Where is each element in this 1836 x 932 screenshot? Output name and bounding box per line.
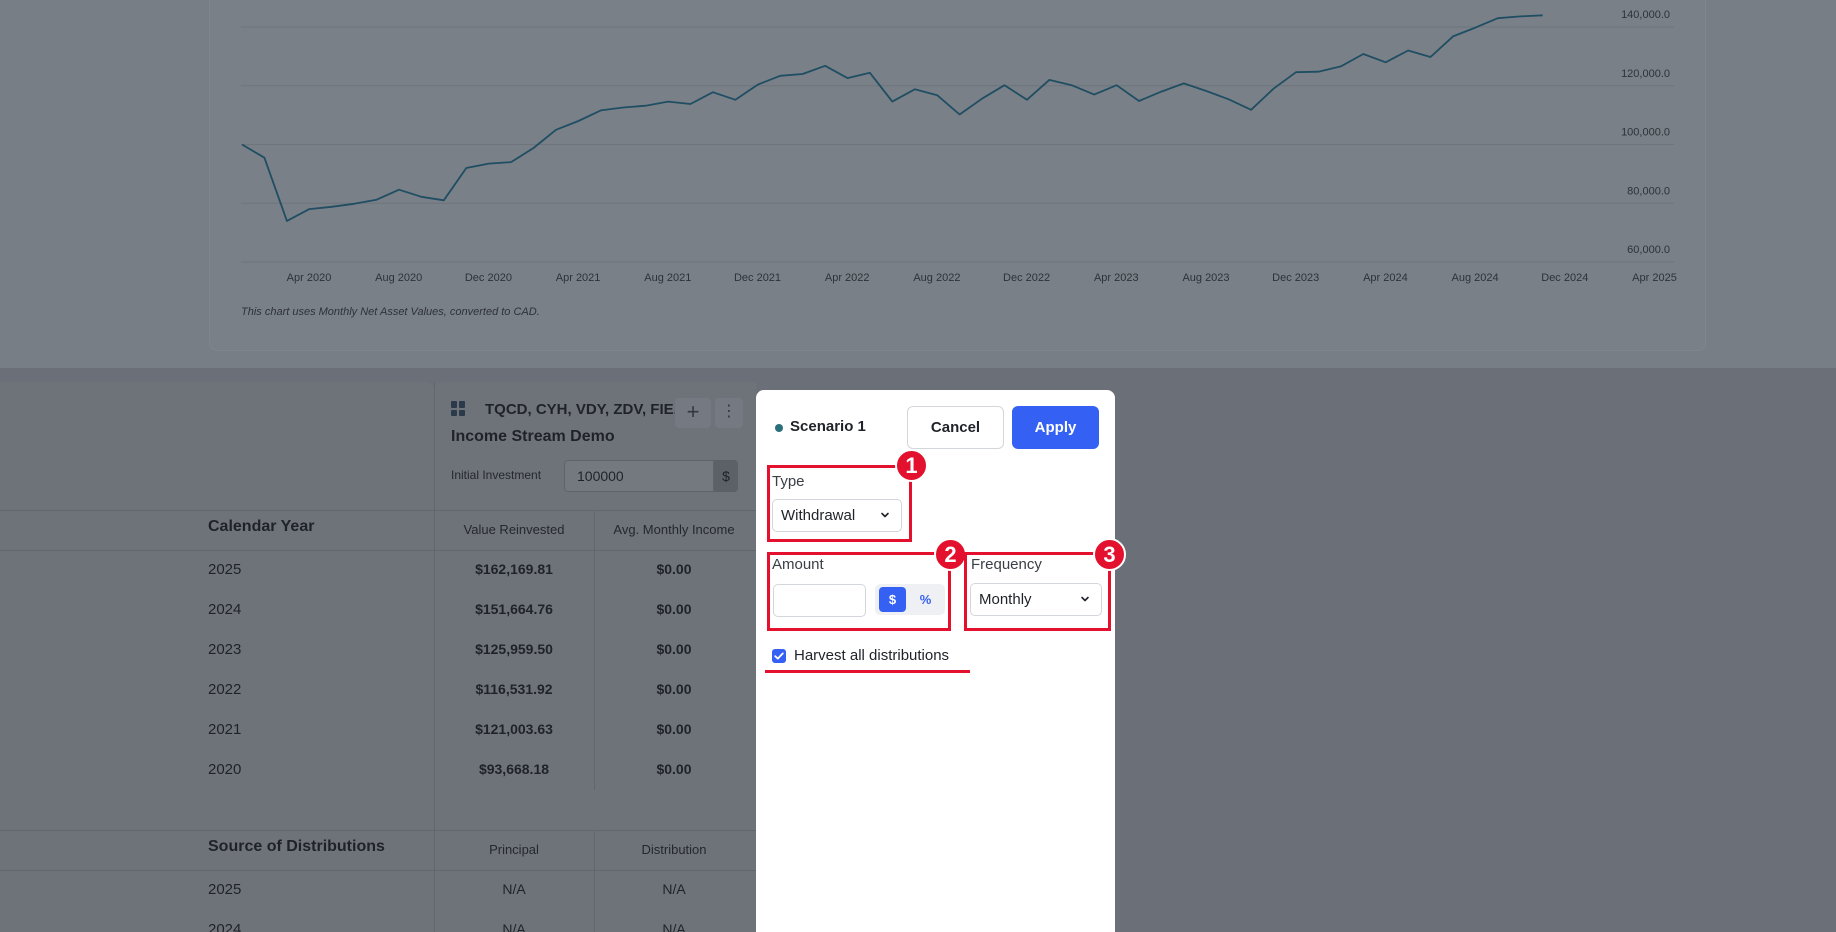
series-line (241, 14, 1543, 222)
x-tick-label: Apr 2020 (287, 272, 332, 284)
x-tick-label: Apr 2025 (1632, 272, 1677, 284)
calendar-year-heading: Calendar Year (208, 518, 315, 535)
row-year: 2024 (208, 921, 242, 932)
row-value: $121,003.63 (475, 721, 553, 737)
ticker-list: TQCD, CYH, VDY, ZDV, FIE, I (485, 401, 679, 418)
y-tick-label: 120,000.0 (1621, 68, 1670, 80)
principal-header: Principal (489, 842, 539, 857)
x-tick-label: Apr 2023 (1094, 272, 1139, 284)
row-value: N/A (502, 921, 526, 932)
row-value: $151,664.76 (475, 601, 553, 617)
initial-investment-input[interactable]: 100000 (564, 460, 714, 492)
x-tick-label: Dec 2024 (1541, 272, 1588, 284)
row-value: $93,668.18 (478, 761, 550, 777)
currency-addon: $ (714, 460, 738, 492)
row-value: $0.00 (656, 561, 692, 577)
x-tick-label: Dec 2022 (1003, 272, 1050, 284)
add-holding-button[interactable]: + (675, 398, 711, 428)
apply-button[interactable]: Apply (1012, 406, 1099, 449)
row-value: N/A (662, 921, 686, 932)
divider (0, 510, 756, 511)
row-value: N/A (502, 881, 526, 897)
row-year: 2021 (208, 721, 242, 738)
x-tick-label: Aug 2024 (1452, 272, 1499, 284)
divider (0, 830, 756, 831)
x-tick-label: Aug 2022 (913, 272, 960, 284)
annotation-badge: 1 (895, 449, 928, 482)
x-tick-label: Apr 2024 (1363, 272, 1408, 284)
scenario-name: Scenario 1 (790, 418, 866, 435)
harvest-checkbox[interactable] (772, 649, 786, 663)
row-value: $125,959.50 (475, 641, 553, 657)
x-tick-label: Dec 2023 (1272, 272, 1319, 284)
row-value: $0.00 (656, 681, 692, 697)
checkmark-icon (774, 652, 784, 660)
annotation-badge: 2 (934, 538, 967, 571)
row-year: 2020 (208, 761, 242, 778)
row-value: $0.00 (656, 601, 692, 617)
x-tick-label: Apr 2021 (556, 272, 601, 284)
annotation-box-amount (767, 552, 951, 631)
row-value: N/A (662, 881, 686, 897)
divider (0, 550, 756, 551)
initial-investment-label: Initial Investment (451, 468, 542, 482)
row-year: 2025 (208, 881, 242, 898)
value-reinvested-header: Value Reinvested (463, 522, 565, 537)
row-year: 2024 (208, 601, 242, 618)
x-tick-label: Aug 2020 (375, 272, 422, 284)
divider (0, 870, 756, 871)
row-year: 2025 (208, 561, 242, 578)
row-value: $0.00 (656, 641, 692, 657)
nav-line-chart: 140,000.0 120,000.0 100,000.0 80,000.0 60,00… (241, 9, 1677, 284)
annotation-box-frequency (964, 552, 1111, 631)
annotation-badge: 3 (1093, 538, 1126, 571)
portfolio-header: TQCD, CYH, VDY, ZDV, FIE, I + ⋮ (451, 398, 751, 428)
x-tick-label: Aug 2023 (1182, 272, 1229, 284)
row-year: 2022 (208, 681, 242, 698)
x-tick-label: Dec 2021 (734, 272, 781, 284)
row-value: $0.00 (656, 761, 692, 777)
y-tick-label: 100,000.0 (1621, 127, 1670, 139)
x-tick-label: Apr 2022 (825, 272, 870, 284)
y-tick-label: 80,000.0 (1627, 185, 1670, 197)
y-tick-label: 60,000.0 (1627, 244, 1670, 256)
scenario-color-dot (775, 424, 783, 432)
row-value: $116,531.92 (475, 681, 553, 697)
x-tick-label: Dec 2020 (465, 272, 512, 284)
row-year: 2023 (208, 641, 242, 658)
more-options-button[interactable]: ⋮ (715, 398, 743, 428)
y-tick-label: 140,000.0 (1621, 9, 1670, 21)
stream-title: Income Stream Demo (451, 428, 615, 445)
annotation-box-type (767, 465, 912, 542)
annotation-underline (765, 670, 970, 673)
distribution-header: Distribution (641, 842, 707, 857)
avg-monthly-income-header: Avg. Monthly Income (613, 522, 735, 537)
grid-icon (451, 401, 466, 416)
cancel-button[interactable]: Cancel (907, 406, 1004, 449)
row-value: $0.00 (656, 721, 692, 737)
chart-note: This chart uses Monthly Net Asset Values… (241, 306, 540, 318)
row-value: $162,169.81 (475, 561, 553, 577)
harvest-label[interactable]: Harvest all distributions (794, 647, 949, 664)
source-of-distributions-heading: Source of Distributions (208, 838, 385, 855)
x-tick-label: Aug 2021 (644, 272, 691, 284)
